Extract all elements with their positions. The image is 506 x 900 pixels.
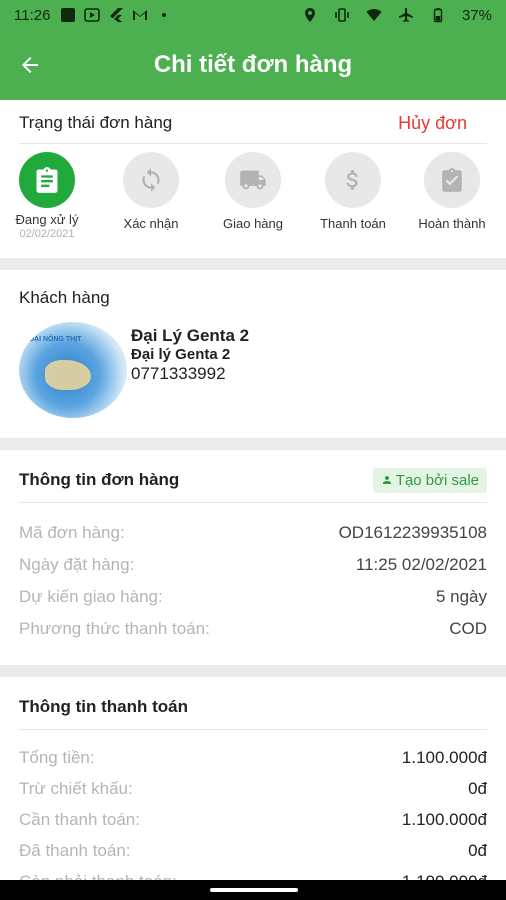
step-label: Đang xử lý bbox=[15, 212, 79, 227]
payment-info-title: Thông tin thanh toán bbox=[19, 697, 189, 716]
step-label: Thanh toán bbox=[320, 216, 386, 231]
status-bar: 11:26 37% bbox=[0, 0, 506, 30]
airplane-icon bbox=[398, 8, 413, 22]
pay-row-total: Tổng tiền: 1.100.000đ bbox=[19, 747, 487, 767]
battery-icon bbox=[433, 8, 443, 23]
order-info-card: Thông tin đơn hàng Tạo bởi sale Mã đơn h… bbox=[0, 450, 506, 665]
step-date: 02/02/2021 bbox=[19, 228, 75, 240]
step-label: Hoàn thành bbox=[418, 216, 486, 231]
pay-row-due: Cần thanh toán: 1.100.000đ bbox=[19, 809, 487, 829]
step-shipping: Giao hàng bbox=[198, 152, 308, 231]
wifi-icon bbox=[366, 9, 382, 21]
app-bar: Chi tiết đơn hàng bbox=[0, 30, 506, 100]
arrow-back-icon bbox=[22, 57, 38, 73]
person-icon bbox=[382, 476, 391, 484]
avatar-logo-text: ĐẠI NÔNG THỊT bbox=[29, 336, 82, 343]
customer-avatar: ĐẠI NÔNG THỊT bbox=[19, 322, 127, 418]
system-nav-bar bbox=[0, 880, 506, 900]
location-icon bbox=[304, 8, 315, 22]
step-label: Giao hàng bbox=[223, 216, 283, 231]
sync-icon bbox=[142, 168, 160, 192]
battery-percent: 37% bbox=[461, 6, 492, 24]
home-gesture-handle[interactable] bbox=[210, 888, 298, 892]
created-by-text: Tạo bởi sale bbox=[395, 471, 479, 489]
created-by-badge: Tạo bởi sale bbox=[372, 467, 487, 493]
step-payment: Thanh toán bbox=[298, 152, 408, 231]
status-time: 11:26 bbox=[14, 6, 51, 24]
customer-phone[interactable]: 0771333992 bbox=[131, 364, 249, 383]
order-status-label: Trạng thái đơn hàng bbox=[19, 113, 173, 132]
dot-icon bbox=[162, 13, 167, 17]
step-label: Xác nhận bbox=[123, 216, 179, 231]
cancel-order-button[interactable]: Hủy đơn bbox=[398, 113, 467, 134]
page-title: Chi tiết đơn hàng bbox=[153, 51, 353, 78]
info-row-delivery-estimate: Dự kiến giao hàng: 5 ngày bbox=[19, 587, 487, 606]
step-processing: Đang xử lý 02/02/2021 bbox=[0, 152, 102, 240]
flutter-icon bbox=[110, 8, 124, 22]
truck-icon bbox=[240, 170, 266, 190]
vibrate-icon bbox=[335, 8, 349, 22]
customer-title: Khách hàng bbox=[19, 288, 110, 307]
info-row-payment-method: Phương thức thanh toán: COD bbox=[19, 619, 487, 638]
customer-card: Khách hàng ĐẠI NÔNG THỊT Đại Lý Genta 2 … bbox=[0, 270, 506, 438]
info-row-order-code: Mã đơn hàng: OD1612239935108 bbox=[19, 523, 487, 542]
pay-row-paid: Đã thanh toán: 0đ bbox=[19, 840, 487, 860]
order-info-title: Thông tin đơn hàng bbox=[19, 470, 180, 489]
pay-row-remaining: Còn phải thanh toán:1.100.000đ bbox=[19, 866, 487, 881]
order-info-rows: Mã đơn hàng: OD1612239935108 Ngày đặt hàn… bbox=[19, 517, 487, 645]
info-row-order-date: Ngày đặt hàng: 11:25 02/02/2021 bbox=[19, 555, 487, 574]
step-confirm: Xác nhận bbox=[96, 152, 206, 231]
pay-row-discount: Trừ chiết khấu: 0đ bbox=[19, 778, 487, 798]
step-complete: Hoàn thành bbox=[397, 152, 506, 231]
payment-info-card: Thông tin thanh toán Tổng tiền: 1.100.000… bbox=[0, 677, 506, 880]
dollar-icon bbox=[346, 170, 358, 190]
scroll-content[interactable]: Trạng thái đơn hàng Hủy đơn Đang xử lý 0… bbox=[0, 100, 506, 880]
clipboard-icon bbox=[36, 167, 58, 193]
customer-subname: Đại lý Genta 2 bbox=[131, 346, 231, 363]
payment-info-rows: Tổng tiền: 1.100.000đ Trừ chiết khấu: 0đ C… bbox=[19, 742, 487, 881]
back-button[interactable] bbox=[0, 30, 60, 100]
app-notification-icon bbox=[61, 8, 76, 22]
youtube-icon bbox=[84, 8, 101, 22]
clipboard-check-icon bbox=[442, 168, 462, 192]
gmail-icon bbox=[133, 10, 148, 20]
order-status-card: Trạng thái đơn hàng Hủy đơn Đang xử lý 0… bbox=[0, 100, 506, 258]
customer-name: Đại Lý Genta 2 bbox=[131, 326, 250, 345]
